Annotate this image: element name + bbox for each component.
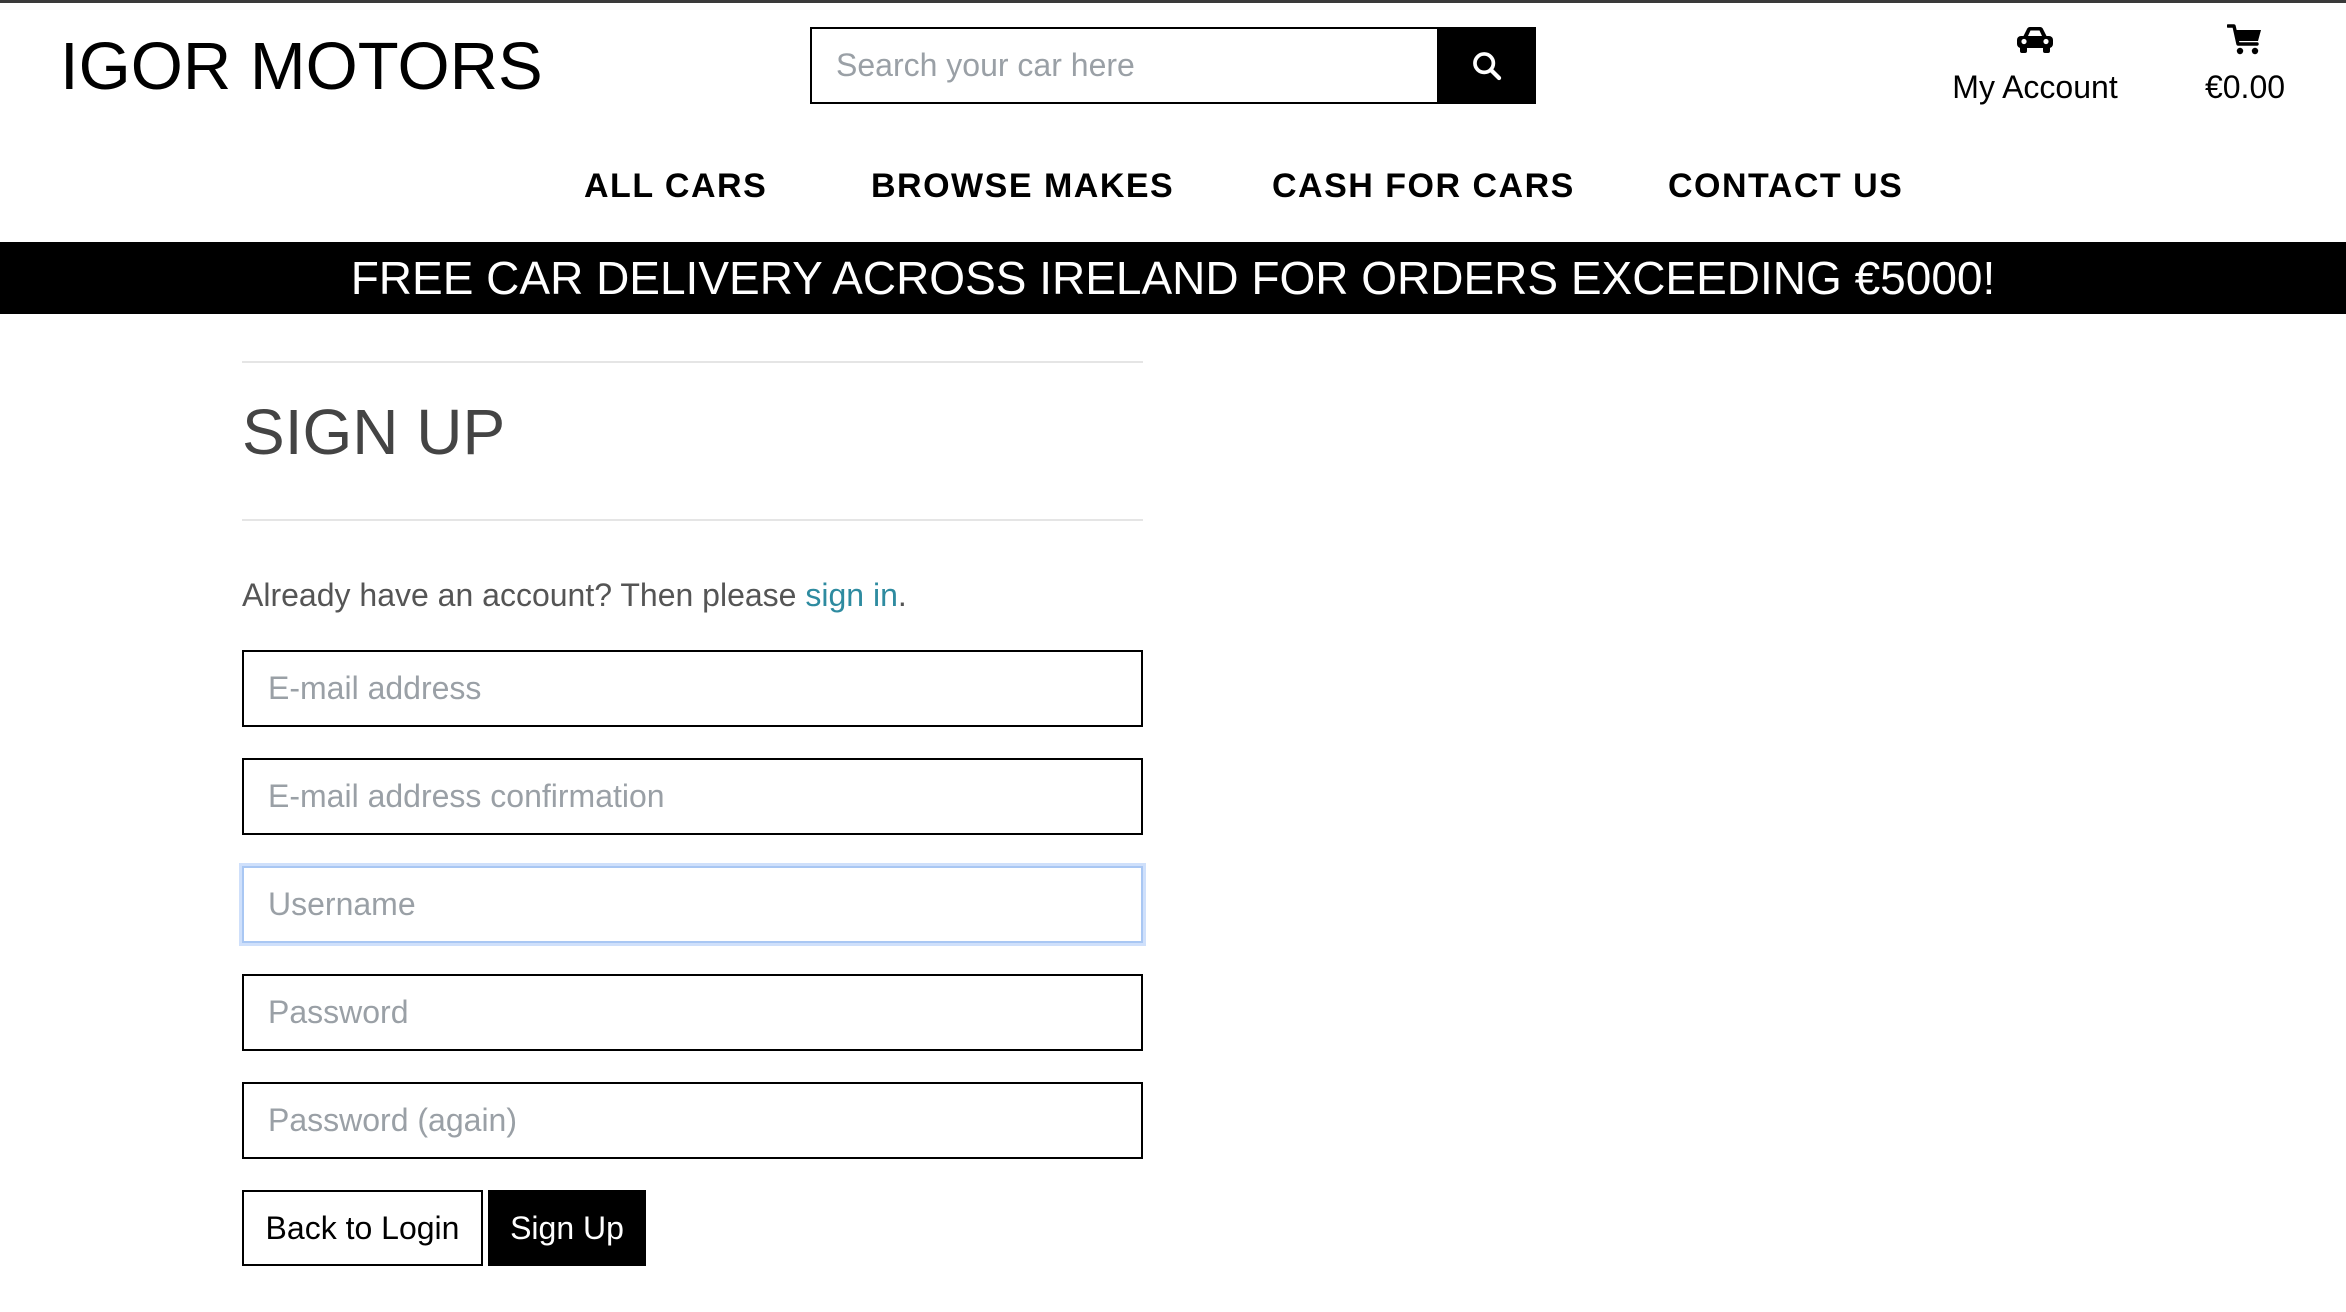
password-again-field[interactable] — [242, 1082, 1143, 1159]
search-button[interactable] — [1437, 27, 1536, 104]
search-icon — [1472, 51, 1501, 80]
email-field[interactable] — [242, 650, 1143, 727]
back-to-login-button[interactable]: Back to Login — [242, 1190, 483, 1266]
my-account-link[interactable]: My Account — [1930, 18, 2140, 108]
top-border — [0, 0, 2346, 3]
search-bar — [810, 27, 1536, 104]
delivery-banner: FREE CAR DELIVERY ACROSS IRELAND FOR ORD… — [0, 242, 2346, 314]
signin-prompt: Already have an account? Then please sig… — [242, 572, 907, 618]
email-confirm-field[interactable] — [242, 758, 1143, 835]
nav-item-contact-us[interactable]: CONTACT US — [1668, 160, 1903, 212]
cart-icon — [2227, 24, 2261, 55]
main-nav: ALL CARS BROWSE MAKES CASH FOR CARS CONT… — [0, 160, 2346, 212]
sign-in-link[interactable]: sign in — [805, 577, 898, 613]
signin-prompt-end: . — [897, 577, 907, 613]
signin-prompt-text: Already have an account? Then please — [242, 577, 806, 613]
my-account-label: My Account — [1952, 69, 2118, 105]
divider-bottom — [242, 519, 1143, 521]
cart-total: €0.00 — [2204, 69, 2286, 105]
nav-item-all-cars[interactable]: ALL CARS — [584, 160, 767, 212]
car-icon — [2017, 27, 2053, 53]
sign-up-button[interactable]: Sign Up — [488, 1190, 646, 1266]
divider-top — [242, 361, 1143, 363]
password-field[interactable] — [242, 974, 1143, 1051]
cart-link[interactable]: €0.00 — [2180, 18, 2310, 108]
username-field[interactable] — [242, 866, 1143, 943]
page-title: SIGN UP — [242, 396, 506, 468]
search-input[interactable] — [810, 27, 1437, 104]
site-logo[interactable]: IGOR MOTORS — [60, 28, 543, 106]
nav-item-browse-makes[interactable]: BROWSE MAKES — [871, 160, 1174, 212]
nav-item-cash-for-cars[interactable]: CASH FOR CARS — [1272, 160, 1575, 212]
